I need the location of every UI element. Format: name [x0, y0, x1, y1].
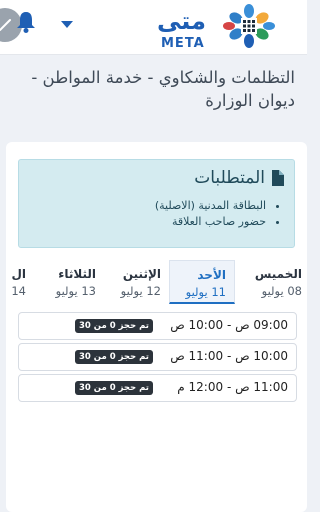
back-arrow-icon — [0, 19, 11, 31]
time-slot[interactable]: 10:00 ص - 11:00 ص تم حجز 0 من 30 — [18, 343, 297, 371]
requirements-list: البطاقة المدنية (الاصلية) حضور صاحب العل… — [155, 198, 280, 230]
day-date: 11 يوليو — [185, 285, 226, 299]
day-name: ال — [11, 267, 26, 281]
day-date: 14 — [11, 284, 26, 298]
day-name: الأحد — [197, 268, 226, 282]
day-tab-wednesday[interactable]: ال 14 — [6, 260, 26, 304]
day-tab-monday[interactable]: الإثنين 12 يوليو — [106, 260, 161, 304]
logo-latin-text: META — [161, 36, 205, 49]
time-slot[interactable]: 09:00 ص - 10:00 ص تم حجز 0 من 30 — [18, 312, 297, 340]
day-name: الخميس — [254, 267, 302, 281]
day-date: 12 يوليو — [120, 284, 161, 298]
day-name: الإثنين — [122, 267, 161, 281]
booking-card: المتطلبات البطاقة المدنية (الاصلية) حضور… — [6, 142, 307, 512]
day-tab-sunday[interactable]: الأحد 11 يوليو — [169, 260, 235, 304]
requirements-header: المتطلبات — [194, 168, 284, 188]
requirements-title: المتطلبات — [194, 168, 265, 188]
logo-arabic-text: متى — [157, 7, 206, 35]
slot-time: 09:00 ص - 10:00 ص — [170, 318, 288, 332]
app-header: متى META — [0, 0, 307, 55]
document-icon — [272, 170, 284, 186]
caret-down-icon — [61, 21, 73, 28]
slot-capacity-badge: تم حجز 0 من 30 — [75, 319, 153, 333]
menu-dropdown-button[interactable] — [60, 15, 74, 28]
page-title: التظلمات والشكاوي - خدمة المواطن - ديوان… — [31, 68, 295, 110]
notifications-button[interactable] — [15, 10, 37, 34]
meta-logo: متى META — [135, 3, 285, 51]
day-tab-thursday[interactable]: الخميس 08 يوليو — [244, 260, 302, 304]
day-date: 13 يوليو — [55, 284, 96, 298]
day-name: الثلاثاء — [58, 267, 96, 281]
day-tab-tuesday[interactable]: الثلاثاء 13 يوليو — [28, 260, 96, 304]
requirements-box: المتطلبات البطاقة المدنية (الاصلية) حضور… — [18, 159, 295, 248]
slot-capacity-badge: تم حجز 0 من 30 — [75, 350, 153, 364]
slot-time: 11:00 ص - 12:00 م — [177, 380, 288, 394]
slot-time: 10:00 ص - 11:00 ص — [170, 349, 288, 363]
day-tabs: الخميس 08 يوليو الأحد 11 يوليو الإثنين 1… — [6, 260, 307, 304]
time-slot[interactable]: 11:00 ص - 12:00 م تم حجز 0 من 30 — [18, 374, 297, 402]
slot-capacity-badge: تم حجز 0 من 30 — [75, 381, 153, 395]
requirement-item: حضور صاحب العلاقة — [155, 214, 266, 230]
requirement-item: البطاقة المدنية (الاصلية) — [155, 198, 266, 214]
bell-icon — [17, 12, 35, 33]
day-date: 08 يوليو — [261, 284, 302, 298]
